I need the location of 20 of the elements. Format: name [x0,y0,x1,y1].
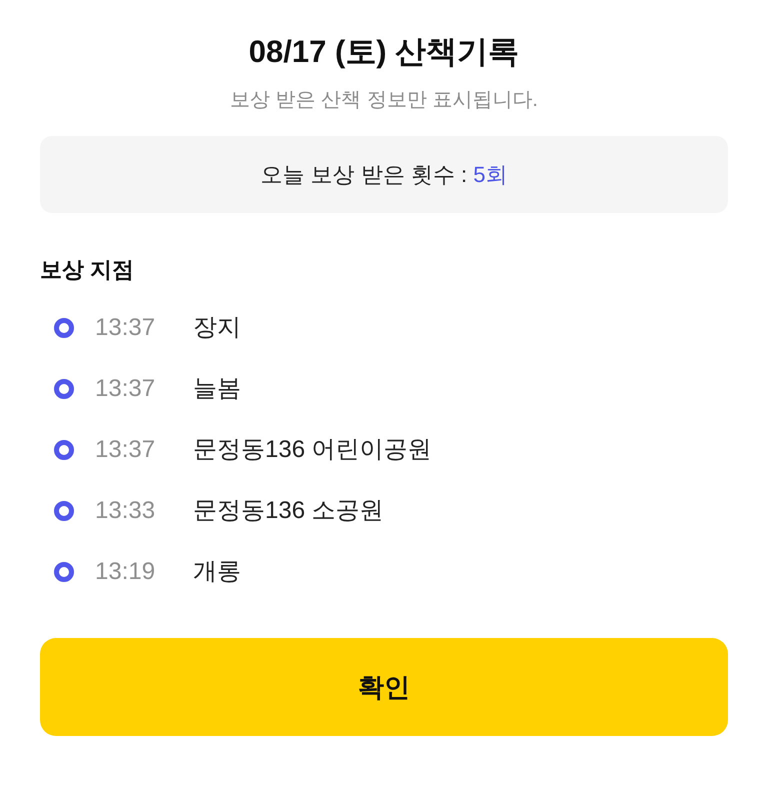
dialog-title: 08/17 (토) 산책기록 [248,33,520,71]
point-name: 문정동136 소공원 [193,496,384,526]
point-name: 문정동136 어린이공원 [193,434,432,464]
ring-icon [54,378,74,398]
point-name: 장지 [193,312,241,342]
point-time: 13:37 [95,312,156,342]
point-time: 13:33 [95,496,156,526]
point-time: 13:37 [95,374,156,404]
confirm-button[interactable]: 확인 [40,638,728,736]
point-time: 13:19 [95,556,156,586]
reward-count-text: 오늘 보상 받은 횟수 : 5회 [260,161,508,189]
ring-icon [54,318,74,338]
point-name: 개롱 [193,556,241,586]
ring-icon [54,500,74,520]
ring-icon [54,440,74,460]
point-time: 13:37 [95,434,156,464]
subtitle: 보상 받은 산책 정보만 표시됩니다. [229,88,539,113]
ring-icon [54,562,74,582]
point-name: 늘봄 [193,374,241,404]
section-title: 보상 지점 [40,256,136,284]
